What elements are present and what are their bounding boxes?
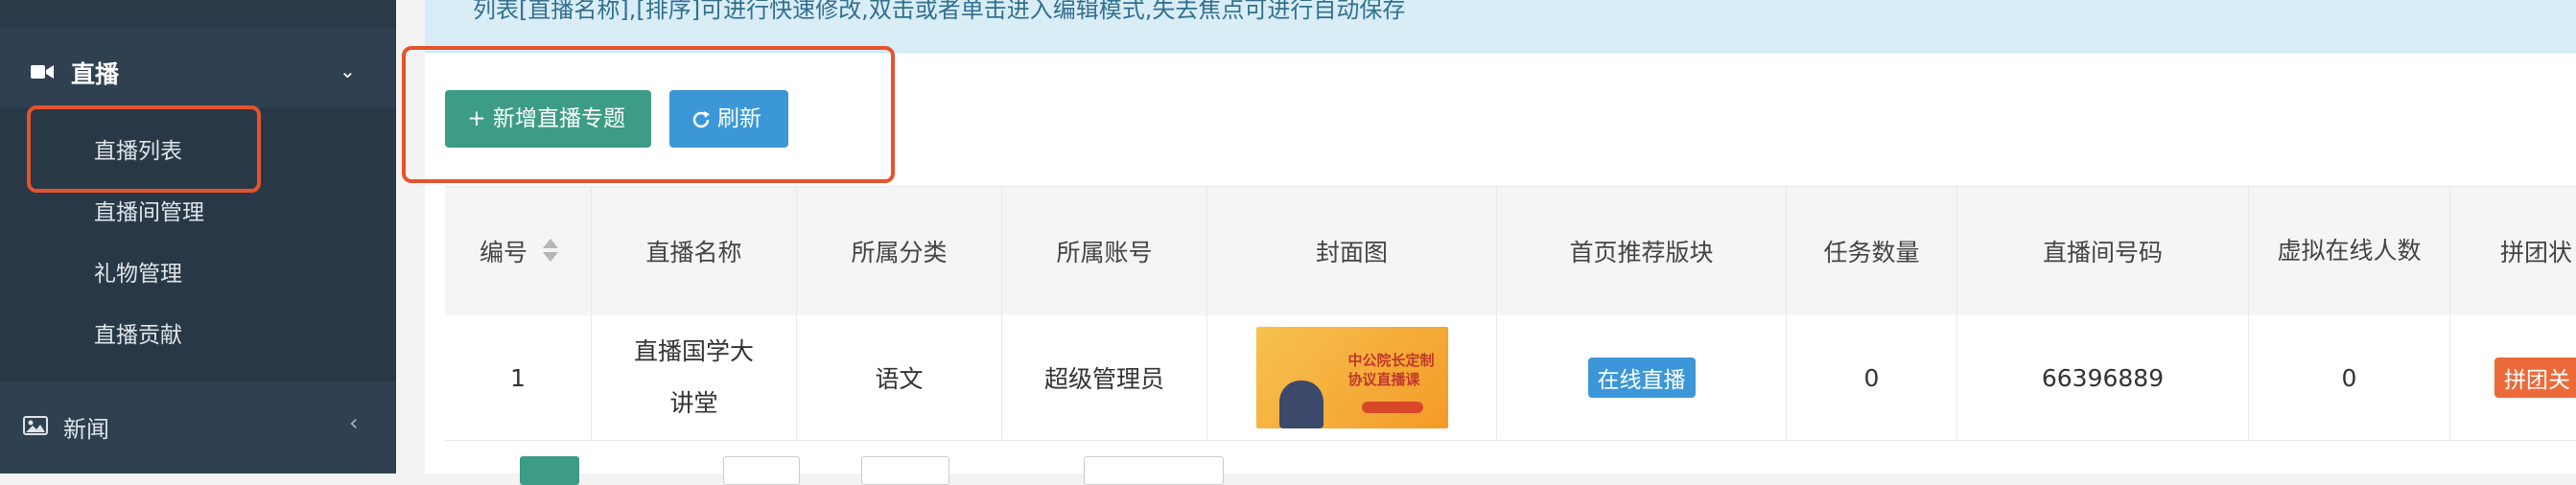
page-jump-input[interactable] — [861, 456, 949, 485]
col-header-id-label: 编号 — [479, 239, 527, 266]
col-header-id[interactable]: 编号 — [445, 187, 591, 315]
sidebar-item-live-contribution[interactable]: 直播贡献 — [94, 316, 182, 349]
col-header-room-number: 直播间号码 — [1956, 187, 2248, 315]
video-camera-icon — [31, 65, 54, 79]
add-live-topic-label: 新增直播专题 — [493, 106, 625, 131]
sidebar-top — [0, 0, 396, 29]
table-row: 1 直播国学大讲堂 语文 超级管理员 中公院长定制 协议直播课 在线直播 0 6… — [445, 315, 2576, 441]
sidebar-menu-news-label: 新闻 — [63, 416, 109, 443]
cell-category: 语文 — [796, 315, 1001, 440]
highlight-box-live-list — [27, 105, 261, 193]
col-header-virtual-online: 虚拟在线人数 — [2248, 187, 2449, 315]
refresh-icon — [692, 110, 710, 127]
pagination-current-page[interactable] — [520, 456, 579, 485]
main-content: 列表[直播名称],[排序]可进行快速修改,双击或者单击进入编辑模式,失去焦点可进… — [396, 0, 2576, 485]
notice-text: 列表[直播名称],[排序]可进行快速修改,双击或者单击进入编辑模式,失去焦点可进… — [473, 0, 1406, 23]
col-header-cover: 封面图 — [1206, 187, 1496, 315]
add-live-topic-button[interactable]: + 新增直播专题 — [445, 90, 651, 148]
col-header-account: 所属账号 — [1001, 187, 1206, 315]
chevron-left-icon: ‹ — [349, 409, 359, 436]
sort-icon — [543, 239, 558, 264]
cell-id: 1 — [510, 363, 526, 392]
group-status-badge: 拼团关 — [2494, 358, 2576, 398]
content-panel: 列表[直播名称],[排序]可进行快速修改,双击或者单击进入编辑模式,失去焦点可进… — [402, 0, 2576, 485]
cell-virtual-online: 0 — [2248, 315, 2449, 440]
col-header-recommend: 首页推荐版块 — [1496, 187, 1786, 315]
sidebar: 直播 ⌄ 直播列表 直播间管理 礼物管理 直播贡献 新闻 ‹ — [0, 0, 396, 473]
sidebar-item-room-manage[interactable]: 直播间管理 — [94, 194, 204, 226]
sidebar-menu-news[interactable]: 新闻 ‹ — [0, 393, 396, 460]
image-icon — [23, 416, 48, 435]
cell-recommend: 在线直播 — [1496, 315, 1786, 440]
chevron-down-icon: ⌄ — [340, 59, 356, 82]
col-header-task-count: 任务数量 — [1786, 187, 1956, 315]
plus-icon: + — [467, 106, 486, 131]
cover-text-1: 中公院长定制 — [1347, 352, 1435, 369]
sidebar-item-gift-manage[interactable]: 礼物管理 — [94, 255, 182, 288]
cover-image[interactable]: 中公院长定制 协议直播课 — [1255, 327, 1448, 428]
cover-person — [1278, 381, 1323, 428]
cover-pill — [1361, 402, 1423, 413]
page-size-input[interactable] — [723, 456, 800, 485]
page-select[interactable] — [1084, 456, 1224, 485]
refresh-label: 刷新 — [717, 106, 761, 131]
cover-text-2: 协议直播课 — [1347, 371, 1420, 388]
cell-task-count: 0 — [1786, 315, 1956, 440]
refresh-button[interactable]: 刷新 — [669, 90, 788, 148]
col-header-group-status: 拼团状 — [2449, 187, 2576, 315]
col-header-name: 直播名称 — [591, 187, 796, 315]
sidebar-menu-live[interactable]: 直播 ⌄ — [0, 38, 396, 107]
live-table: 编号 直播名称 所属分类 所属账号 封面图 首页推荐版块 任务数量 直播间号码 … — [445, 186, 2576, 473]
cell-account: 超级管理员 — [1001, 315, 1206, 440]
col-header-category: 所属分类 — [796, 187, 1001, 315]
cell-cover: 中公院长定制 协议直播课 — [1206, 315, 1496, 440]
notice-alert: 列表[直播名称],[排序]可进行快速修改,双击或者单击进入编辑模式,失去焦点可进… — [425, 0, 2576, 53]
cell-room-number: 66396889 — [1956, 315, 2248, 440]
sidebar-menu-live-label: 直播 — [71, 60, 120, 88]
pagination — [445, 456, 1224, 485]
table-header: 编号 直播名称 所属分类 所属账号 封面图 首页推荐版块 任务数量 直播间号码 … — [445, 186, 2576, 316]
cell-name[interactable]: 直播国学大讲堂 — [591, 315, 796, 440]
recommend-badge: 在线直播 — [1587, 358, 1696, 398]
cell-group-status: 拼团关 — [2449, 315, 2576, 440]
